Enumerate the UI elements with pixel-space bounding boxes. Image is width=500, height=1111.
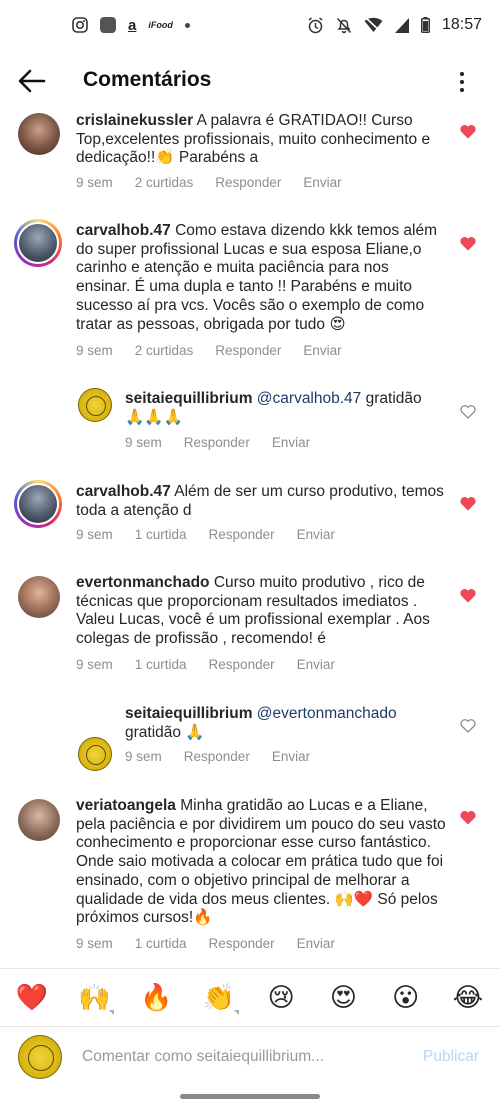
send-button[interactable]: Enviar: [303, 343, 341, 358]
reply-button[interactable]: Responder: [209, 657, 275, 672]
comment-meta: 9 sem 1 curtida Responder Enviar: [76, 936, 335, 951]
status-bar-right: 18:57: [307, 16, 482, 34]
comment-mention[interactable]: @carvalhob.47: [257, 390, 362, 407]
comment-text: Minha gratidão ao Lucas e a Eliane, pela…: [76, 797, 446, 927]
heart-icon[interactable]: [460, 810, 476, 825]
heart-outline-icon[interactable]: [460, 718, 476, 733]
send-button[interactable]: Enviar: [272, 749, 310, 764]
publish-button[interactable]: Publicar: [423, 1048, 479, 1066]
comment-username[interactable]: seitaiequillibrium: [125, 705, 252, 722]
send-button[interactable]: Enviar: [297, 936, 335, 951]
amazon-icon: a: [128, 16, 137, 34]
reaction-crying[interactable]: 😢: [263, 982, 299, 1013]
comment-meta: 9 sem 1 curtida Responder Enviar: [76, 657, 335, 672]
mute-icon: [336, 17, 352, 33]
comment-mention[interactable]: @evertonmanchado: [257, 705, 397, 722]
comment-username[interactable]: seitaiequillibrium: [125, 390, 252, 407]
reply-button[interactable]: Responder: [209, 936, 275, 951]
comment-time: 9 sem: [76, 175, 113, 190]
avatar[interactable]: [18, 799, 60, 841]
comment-likes[interactable]: 2 curtidas: [135, 343, 194, 358]
reply-button[interactable]: Responder: [209, 527, 275, 542]
instagram-icon: [72, 17, 88, 33]
status-bar-left: a iFood: [72, 17, 190, 34]
comment-input[interactable]: [82, 1045, 402, 1069]
comment-likes[interactable]: 1 curtida: [135, 657, 187, 672]
reply-button[interactable]: Responder: [215, 343, 281, 358]
avatar[interactable]: [78, 737, 112, 771]
reaction-fire[interactable]: 🔥: [139, 982, 175, 1013]
app-header: Comentários: [0, 55, 500, 107]
comment-body: carvalhob.47 Além de ser um curso produt…: [76, 483, 446, 520]
send-button[interactable]: Enviar: [297, 527, 335, 542]
comment-username[interactable]: evertonmanchado: [76, 574, 210, 591]
comment-meta: 9 sem Responder Enviar: [125, 749, 310, 764]
dot-icon: [184, 22, 190, 28]
heart-outline-icon[interactable]: [460, 404, 476, 419]
reaction-laughing[interactable]: 😂: [450, 982, 486, 1013]
reaction-surprised[interactable]: 😮: [388, 982, 424, 1013]
avatar[interactable]: [14, 219, 62, 267]
clock: 18:57: [441, 16, 482, 33]
comment-username[interactable]: veriatoangela: [76, 797, 176, 814]
app-icon: [100, 17, 116, 33]
comment-body: crislainekussler A palavra é GRATIDAO!! …: [76, 112, 446, 168]
status-bar: a iFood 18:57: [0, 0, 500, 50]
reaction-raised-hands[interactable]: 🙌: [76, 982, 112, 1013]
avatar[interactable]: [18, 113, 60, 155]
comment-text: gratidão 🙏: [125, 723, 205, 741]
home-indicator[interactable]: [180, 1094, 320, 1099]
comment-username[interactable]: crislainekussler: [76, 112, 193, 129]
avatar[interactable]: [14, 480, 62, 528]
comment-meta: 9 sem 2 curtidas Responder Enviar: [76, 343, 342, 358]
comment-time: 9 sem: [76, 343, 113, 358]
reaction-clap[interactable]: 👏: [201, 982, 237, 1013]
comment-time: 9 sem: [76, 936, 113, 951]
heart-icon[interactable]: [460, 124, 476, 139]
comment-time: 9 sem: [76, 657, 113, 672]
battery-icon: [420, 17, 430, 33]
avatar[interactable]: [78, 388, 112, 422]
comment-time: 9 sem: [76, 527, 113, 542]
comment-meta: 9 sem Responder Enviar: [125, 435, 310, 450]
comment-body: veriatoangela Minha gratidão ao Lucas e …: [76, 797, 446, 928]
heart-icon[interactable]: [460, 236, 476, 251]
comment-body: seitaiequillibrium @carvalhob.47 gratidã…: [125, 390, 435, 427]
comment-likes[interactable]: 1 curtida: [135, 936, 187, 951]
comment-body: evertonmanchado Curso muito produtivo , …: [76, 574, 446, 649]
send-button[interactable]: Enviar: [297, 657, 335, 672]
send-button[interactable]: Enviar: [272, 435, 310, 450]
comment-likes[interactable]: 1 curtida: [135, 527, 187, 542]
page-title: Comentários: [83, 68, 212, 91]
send-button[interactable]: Enviar: [303, 175, 341, 190]
heart-icon[interactable]: [460, 588, 476, 603]
ifood-icon: iFood: [148, 20, 173, 30]
comment-body: seitaiequillibrium @evertonmanchado grat…: [125, 705, 435, 742]
reply-button[interactable]: Responder: [184, 435, 250, 450]
heart-icon[interactable]: [460, 496, 476, 511]
more-options-icon[interactable]: [452, 69, 472, 95]
reaction-heart[interactable]: ❤️: [14, 982, 50, 1013]
signal-icon: [394, 17, 409, 33]
wifi-icon: [364, 17, 383, 33]
avatar[interactable]: [18, 576, 60, 618]
comment-time: 9 sem: [125, 749, 162, 764]
quick-reaction-bar: ❤️ 🙌 🔥 👏 😢 😍 😮 😂: [0, 968, 500, 1026]
reply-button[interactable]: Responder: [184, 749, 250, 764]
comment-username[interactable]: carvalhob.47: [76, 222, 171, 239]
comment-username[interactable]: carvalhob.47: [76, 483, 171, 500]
comment-body: carvalhob.47 Como estava dizendo kkk tem…: [76, 222, 446, 334]
avatar: [18, 1035, 62, 1079]
reaction-heart-eyes[interactable]: 😍: [325, 982, 361, 1013]
comment-meta: 9 sem 1 curtida Responder Enviar: [76, 527, 335, 542]
back-arrow-icon[interactable]: [16, 67, 48, 95]
reply-button[interactable]: Responder: [215, 175, 281, 190]
comment-likes[interactable]: 2 curtidas: [135, 175, 194, 190]
comment-time: 9 sem: [125, 435, 162, 450]
alarm-icon: [308, 16, 323, 33]
comment-composer: Publicar: [0, 1026, 500, 1088]
comment-meta: 9 sem 2 curtidas Responder Enviar: [76, 175, 342, 190]
